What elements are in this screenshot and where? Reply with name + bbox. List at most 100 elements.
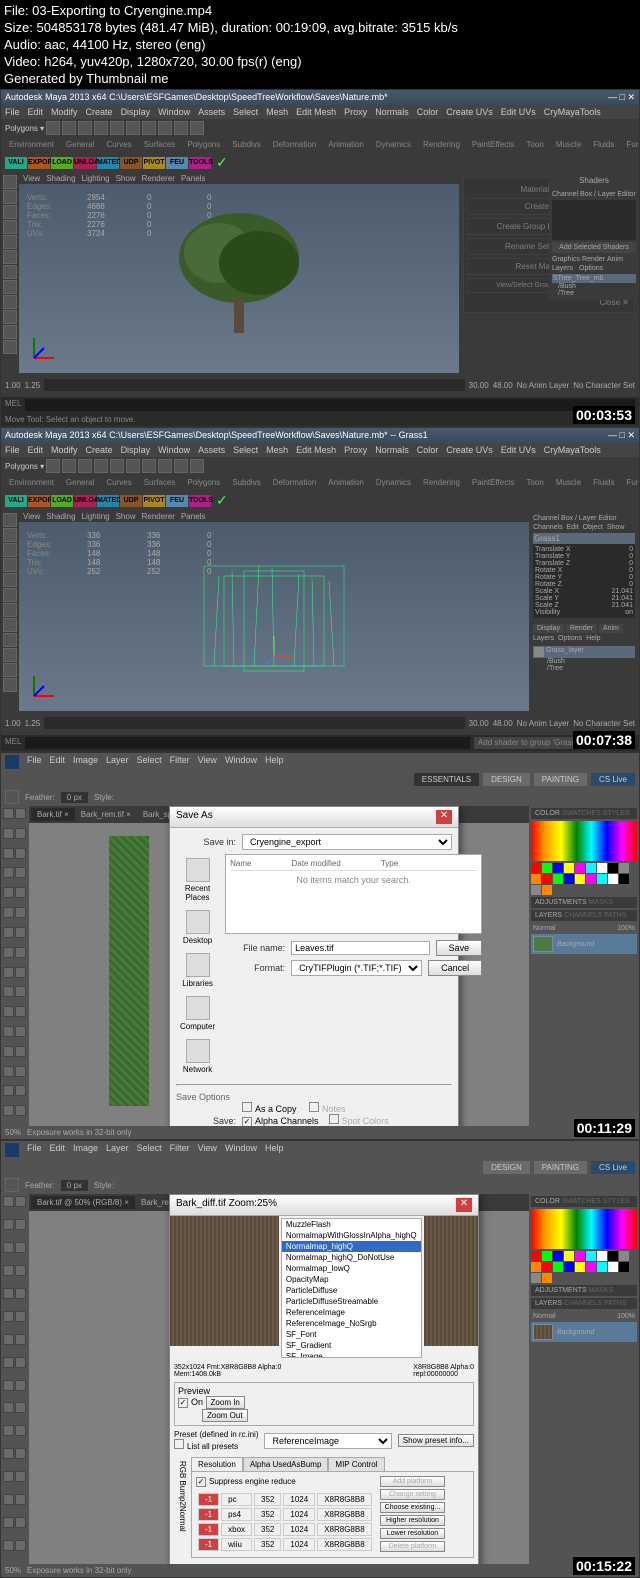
tool-icon[interactable] <box>3 310 17 324</box>
swatch[interactable] <box>619 874 629 884</box>
tool-icon[interactable] <box>158 121 172 135</box>
shelf-button[interactable]: UNLOAD <box>74 157 96 169</box>
tab-mip-control[interactable]: MIP Control <box>328 1457 384 1471</box>
swatch[interactable] <box>553 1251 563 1261</box>
ps-tool-icon[interactable] <box>3 1066 14 1077</box>
add-platform-button[interactable]: Add platform <box>380 1476 446 1487</box>
shelf-tab[interactable]: Rendering <box>419 139 464 150</box>
tool-icon[interactable] <box>174 459 188 473</box>
shelf-button[interactable]: UDP <box>120 495 142 507</box>
window-controls[interactable]: — □ ✕ <box>608 430 635 441</box>
menu-select[interactable]: Select <box>137 755 162 765</box>
swatch[interactable] <box>542 1262 552 1272</box>
shelf-tab[interactable]: Deformation <box>269 477 321 488</box>
canvas-area[interactable]: Bark.tif @ 50% (RGB/8) ×Bark_rem.tif @ ×… <box>29 1194 529 1564</box>
shelf-button[interactable]: EXPORT <box>28 157 50 169</box>
menu-proxy[interactable]: Proxy <box>344 107 367 117</box>
swatch[interactable] <box>597 1251 607 1261</box>
ps-tool-icon[interactable] <box>3 1219 14 1230</box>
vp-menu-item[interactable]: Show <box>116 512 136 521</box>
workspace-switcher[interactable]: DESIGN PAINTING CS Live <box>1 1159 639 1176</box>
ps-tool-icon[interactable] <box>15 887 26 898</box>
check-icon[interactable]: ✓ <box>216 492 228 509</box>
channel-tab[interactable]: Channels <box>533 524 563 531</box>
ps-tool-icon[interactable] <box>15 986 26 997</box>
tool-icon[interactable] <box>3 678 17 692</box>
swatch[interactable] <box>564 1251 574 1261</box>
shelf-tab[interactable]: Fur <box>623 139 640 150</box>
vp-menu-item[interactable]: Shading <box>46 512 75 521</box>
tool-icon[interactable] <box>3 250 17 264</box>
menu-file[interactable]: File <box>5 445 20 455</box>
ps-options-bar[interactable]: Feather: 0 px Style: <box>1 788 639 806</box>
swatch[interactable] <box>608 863 618 873</box>
dialog-titlebar[interactable]: Save As ✕ <box>170 807 458 828</box>
layers-menu-item[interactable]: Help <box>586 635 600 642</box>
layer-background[interactable]: Background <box>531 1322 637 1342</box>
attribute-row[interactable]: Scale Y21.041 <box>535 595 633 602</box>
on-checkbox[interactable] <box>178 1398 188 1408</box>
ps-main-menu[interactable]: FileEditImageLayerSelectFilterViewWindow… <box>1 1141 639 1159</box>
attribute-row[interactable]: Rotate Y0 <box>535 574 633 581</box>
swatch[interactable] <box>564 874 574 884</box>
shelf-button[interactable]: LOAD <box>51 157 73 169</box>
ps-tool-icon[interactable] <box>3 907 14 918</box>
swatch[interactable] <box>553 863 563 873</box>
place-computer[interactable]: Computer <box>180 996 215 1031</box>
ps-tool-icon[interactable] <box>15 808 26 819</box>
tab-anim[interactable]: Anim <box>607 256 623 263</box>
swatch[interactable] <box>597 874 607 884</box>
shelf-tab[interactable]: Deformation <box>269 139 321 150</box>
document-tab[interactable]: Bark.tif @ 50% (RGB/8) × <box>31 1196 135 1209</box>
ps-tool-icon[interactable] <box>3 1425 14 1436</box>
tool-icon[interactable] <box>3 633 17 647</box>
cs-live[interactable]: CS Live <box>591 1161 635 1174</box>
tool-icon[interactable] <box>190 459 204 473</box>
tool-icon[interactable] <box>62 459 76 473</box>
delete-platform-button[interactable]: Delete platform <box>380 1541 446 1552</box>
ps-tool-icon[interactable] <box>3 1196 14 1207</box>
tool-icon[interactable] <box>78 121 92 135</box>
menu-color[interactable]: Color <box>417 107 439 117</box>
ps-toolbox[interactable] <box>1 806 29 1126</box>
left-toolbar[interactable] <box>1 511 19 711</box>
higher-resolution-button[interactable]: Higher resolution <box>380 1515 446 1526</box>
spot-checkbox[interactable] <box>329 1114 339 1124</box>
attribute-row[interactable]: Scale X21.041 <box>535 588 633 595</box>
tool-icon[interactable] <box>158 459 172 473</box>
layer-item[interactable]: /Tree <box>552 290 636 297</box>
ps-tool-icon[interactable] <box>3 1448 14 1459</box>
menu-edit mesh[interactable]: Edit Mesh <box>296 445 336 455</box>
attribute-row[interactable]: Translate X0 <box>535 546 633 553</box>
blend-mode[interactable]: Normal <box>533 1313 556 1320</box>
tab-alpha-usedasbump[interactable]: Alpha UsedAsBump <box>243 1457 329 1471</box>
swatch[interactable] <box>575 1262 585 1272</box>
place-network[interactable]: Network <box>180 1039 215 1074</box>
menu-normals[interactable]: Normals <box>375 445 409 455</box>
viewport-menu[interactable]: ViewShadingLightingShowRendererPanels <box>19 511 529 522</box>
menu-select[interactable]: Select <box>137 1143 162 1153</box>
tool-icon[interactable] <box>3 265 17 279</box>
ps-tool-icon[interactable] <box>15 1357 26 1368</box>
menu-create[interactable]: Create <box>86 107 113 117</box>
select-tool-icon[interactable] <box>3 175 17 189</box>
ps-tool-icon[interactable] <box>15 1085 26 1096</box>
attribute-row[interactable]: Translate Y0 <box>535 553 633 560</box>
attribute-row[interactable]: Translate Z0 <box>535 560 633 567</box>
preset-item[interactable]: Normalmap_highQ <box>282 1241 421 1252</box>
ps-tool-icon[interactable] <box>3 1540 14 1551</box>
place-libraries[interactable]: Libraries <box>180 953 215 988</box>
ps-tool-icon[interactable] <box>15 947 26 958</box>
swatch[interactable] <box>531 1251 541 1261</box>
vp-menu-item[interactable]: Shading <box>46 174 75 183</box>
zoom-out-button[interactable]: Zoom Out <box>202 1409 248 1422</box>
menu-assets[interactable]: Assets <box>198 445 225 455</box>
menu-display[interactable]: Display <box>121 445 151 455</box>
ps-tool-icon[interactable] <box>3 986 14 997</box>
ps-tool-icon[interactable] <box>3 867 14 878</box>
tab-adjustments[interactable]: ADJUSTMENTS <box>535 899 587 906</box>
shelf-button[interactable]: FEU <box>166 495 188 507</box>
layer-item[interactable]: /Tree <box>533 665 635 672</box>
viewport-menu[interactable]: ViewShadingLightingShowRendererPanels <box>19 173 459 184</box>
ps-tool-icon[interactable] <box>3 1494 14 1505</box>
